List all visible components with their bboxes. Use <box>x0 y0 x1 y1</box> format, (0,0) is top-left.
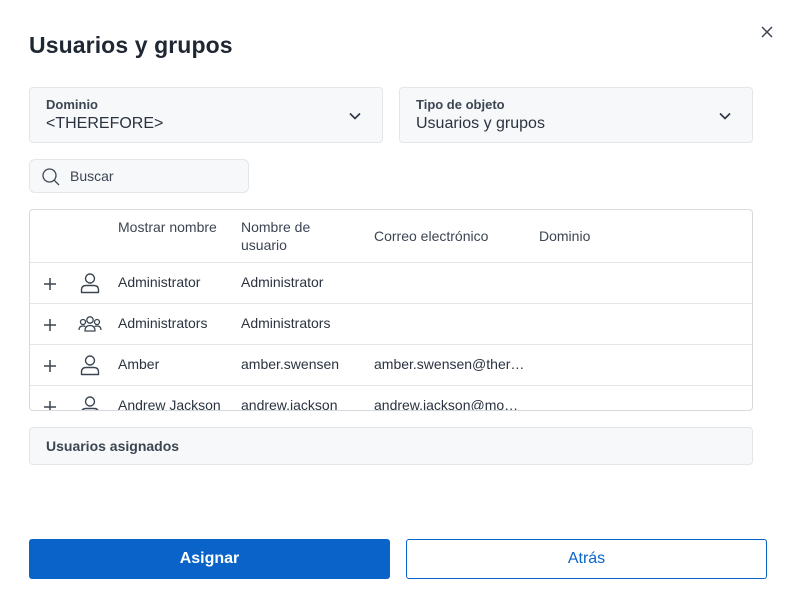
domain-select-value: <THEREFORE> <box>46 115 164 132</box>
search-input[interactable] <box>70 164 240 188</box>
close-icon <box>761 26 773 38</box>
back-button[interactable]: Atrás <box>406 539 767 579</box>
users-table: Mostrar nombre Nombre de usuario Correo … <box>29 209 753 411</box>
object-type-select[interactable]: Tipo de objeto Usuarios y grupos <box>399 87 753 143</box>
cell-display-name: Andrew Jackson <box>118 397 221 411</box>
column-header-domain[interactable]: Dominio <box>539 227 590 245</box>
close-button[interactable] <box>757 22 777 42</box>
cell-display-name: Administrator <box>118 274 201 290</box>
object-type-select-value: Usuarios y grupos <box>416 115 545 132</box>
cell-username: andrew.jackson <box>241 397 338 411</box>
cell-display-name: Amber <box>118 356 160 372</box>
column-header-username[interactable]: Nombre de usuario <box>241 218 351 254</box>
assigned-users-section: Usuarios asignados <box>29 427 753 465</box>
user-icon <box>80 355 100 376</box>
column-header-display-name[interactable]: Mostrar nombre <box>118 218 228 236</box>
domain-select[interactable]: Dominio <THEREFORE> <box>29 87 383 143</box>
assign-button[interactable]: Asignar <box>29 539 390 579</box>
domain-select-label: Dominio <box>46 97 98 112</box>
add-icon[interactable] <box>42 358 58 374</box>
search-box <box>29 159 249 193</box>
user-icon <box>80 273 100 294</box>
column-header-email[interactable]: Correo electrónico <box>374 227 488 245</box>
table-row[interactable]: Administrator Administrator <box>30 263 752 304</box>
table-row[interactable]: Administrators Administrators <box>30 304 752 345</box>
add-icon[interactable] <box>42 399 58 411</box>
cell-email: andrew.jackson@mo… <box>374 397 519 411</box>
table-row[interactable]: Amber amber.swensen amber.swensen@ther… <box>30 345 752 386</box>
object-type-select-label: Tipo de objeto <box>416 97 505 112</box>
assigned-users-label: Usuarios asignados <box>46 438 180 454</box>
add-icon[interactable] <box>42 317 58 333</box>
cell-username: amber.swensen <box>241 356 340 372</box>
table-row[interactable]: Andrew Jackson andrew.jackson andrew.jac… <box>30 386 752 411</box>
table-header: Mostrar nombre Nombre de usuario Correo … <box>30 210 752 263</box>
add-icon[interactable] <box>42 276 58 292</box>
cell-username: Administrator <box>241 274 324 290</box>
dialog-title: Usuarios y grupos <box>29 32 233 58</box>
chevron-down-icon <box>349 112 361 120</box>
cell-display-name: Administrators <box>118 315 208 331</box>
search-icon <box>42 168 60 186</box>
chevron-down-icon <box>719 112 731 120</box>
group-icon <box>78 316 102 332</box>
cell-email: amber.swensen@ther… <box>374 356 525 372</box>
cell-username: Administrators <box>241 315 331 331</box>
user-icon <box>81 396 99 410</box>
